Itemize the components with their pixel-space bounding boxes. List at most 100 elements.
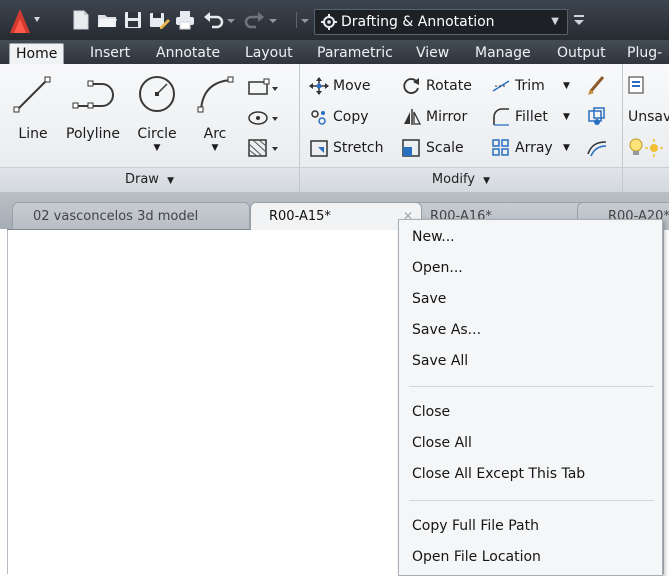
stretch-label: Stretch xyxy=(333,140,384,156)
ribbon-panel-area: Line Polyline Circle ▼ Arc ▼ Draw ▼ Move… xyxy=(0,64,669,192)
chevron-down-icon[interactable]: ▼ xyxy=(130,143,184,153)
menu-item-close-all[interactable]: Close All xyxy=(412,433,472,453)
layers-panel-title[interactable] xyxy=(623,167,669,192)
trim-label: Trim xyxy=(515,78,545,94)
array-label: Array xyxy=(515,140,553,156)
stretch-icon xyxy=(310,140,328,157)
line-label: Line xyxy=(18,126,48,142)
layer-properties-button[interactable] xyxy=(626,74,652,98)
qat-dropdown-icon[interactable] xyxy=(300,9,310,31)
lightbulb-icon xyxy=(629,138,663,157)
tab-plugins[interactable]: Plug- xyxy=(623,43,666,64)
chevron-down-icon: ▼ xyxy=(563,143,570,153)
quick-access-toolbar: Drafting & Annotation ▼ xyxy=(0,0,669,40)
doc-tab-vasconcelos[interactable]: 02 vasconcelos 3d model xyxy=(12,202,250,230)
draw-panel-title[interactable]: Draw ▼ xyxy=(0,167,299,192)
customize-qat-icon[interactable] xyxy=(572,9,586,31)
circle-tool-button[interactable]: Circle ▼ xyxy=(130,72,184,153)
tab-view[interactable]: View xyxy=(412,43,453,64)
boundary-icon xyxy=(248,139,278,157)
fillet-button[interactable]: Fillet ▼ xyxy=(491,105,581,129)
new-file-icon[interactable] xyxy=(70,9,92,31)
arc-tool-button[interactable]: Arc ▼ xyxy=(190,72,240,153)
hatch-tool-button[interactable] xyxy=(244,106,280,130)
menu-item-copy-path[interactable]: Copy Full File Path xyxy=(412,516,539,536)
explode-icon xyxy=(588,107,605,125)
layer-state-dropdown[interactable]: Unsav xyxy=(628,105,669,129)
tab-manage[interactable]: Manage xyxy=(471,43,535,64)
tab-home[interactable]: Home xyxy=(9,43,65,65)
copy-label: Copy xyxy=(333,109,369,125)
workspace-switcher[interactable]: Drafting & Annotation ▼ xyxy=(314,9,568,35)
menu-item-open[interactable]: Open... xyxy=(412,258,463,278)
menu-item-close[interactable]: Close xyxy=(412,402,450,422)
redo-icon[interactable] xyxy=(244,9,266,31)
tab-parametric[interactable]: Parametric xyxy=(313,43,397,64)
doc-tab-label: 02 vasconcelos 3d model xyxy=(33,209,199,224)
menu-item-new[interactable]: New... xyxy=(412,227,455,247)
rotate-icon xyxy=(403,78,419,94)
chevron-down-icon: ▼ xyxy=(563,81,570,91)
mirror-button[interactable]: Mirror xyxy=(402,105,482,129)
copy-button[interactable]: Copy xyxy=(309,105,389,129)
stretch-button[interactable]: Stretch xyxy=(309,136,399,160)
chevron-down-icon: ▼ xyxy=(483,176,491,186)
toolbar-separator xyxy=(296,12,297,28)
undo-icon[interactable] xyxy=(202,9,224,31)
arc-label: Arc xyxy=(203,126,227,142)
erase-button[interactable] xyxy=(585,74,611,98)
scale-button[interactable]: Scale xyxy=(402,136,482,160)
menu-item-save[interactable]: Save xyxy=(412,289,446,309)
polyline-icon xyxy=(72,80,114,109)
copy-icon xyxy=(311,110,326,125)
move-button[interactable]: Move xyxy=(309,74,389,98)
tab-context-menu: New... Open... Save Save As... Save All … xyxy=(398,219,663,576)
menu-separator xyxy=(409,386,654,387)
boundary-tool-button[interactable] xyxy=(244,136,280,160)
array-button[interactable]: Array ▼ xyxy=(491,136,581,160)
tab-output[interactable]: Output xyxy=(553,43,610,64)
chevron-down-icon: ▼ xyxy=(563,112,570,122)
save-icon[interactable] xyxy=(122,9,144,31)
trim-button[interactable]: Trim ▼ xyxy=(491,74,581,98)
autocad-logo-icon xyxy=(10,9,40,33)
menu-item-close-all-except[interactable]: Close All Except This Tab xyxy=(412,464,585,484)
line-tool-button[interactable]: Line xyxy=(8,72,58,142)
menu-item-save-as[interactable]: Save As... xyxy=(412,320,481,340)
circle-label: Circle xyxy=(137,126,177,142)
erase-icon xyxy=(588,76,605,95)
layer-properties-icon xyxy=(628,76,644,94)
chevron-down-icon[interactable]: ▼ xyxy=(190,143,240,153)
undo-dropdown-icon[interactable] xyxy=(226,9,236,31)
offset-button[interactable] xyxy=(585,136,611,160)
move-label: Move xyxy=(333,78,371,94)
arc-icon xyxy=(197,76,234,113)
chevron-down-icon: ▼ xyxy=(167,176,175,186)
explode-button[interactable] xyxy=(585,105,611,129)
doc-tab-r00-a15[interactable]: R00-A15* ✕ xyxy=(250,202,422,230)
layer-bulb-button[interactable] xyxy=(626,136,669,160)
rotate-button[interactable]: Rotate xyxy=(402,74,482,98)
print-icon[interactable] xyxy=(174,9,196,31)
line-icon xyxy=(13,76,51,113)
trim-icon xyxy=(492,80,510,92)
redo-dropdown-icon[interactable] xyxy=(268,9,278,31)
open-file-icon[interactable] xyxy=(96,9,118,31)
fillet-icon xyxy=(493,108,509,126)
application-menu-button[interactable] xyxy=(4,5,42,35)
menu-separator xyxy=(409,500,654,501)
tab-layout[interactable]: Layout xyxy=(241,43,297,64)
mirror-label: Mirror xyxy=(426,109,468,125)
rectangle-tool-button[interactable] xyxy=(244,76,280,100)
menu-item-save-all[interactable]: Save All xyxy=(412,351,468,371)
tab-annotate[interactable]: Annotate xyxy=(152,43,224,64)
ribbon-tab-bar: Home Insert Annotate Layout Parametric V… xyxy=(0,40,669,65)
menu-item-open-location[interactable]: Open File Location xyxy=(412,547,541,567)
rectangle-icon xyxy=(248,78,278,95)
tab-insert[interactable]: Insert xyxy=(86,43,134,64)
modify-panel-title[interactable]: Modify ▼ xyxy=(300,167,622,192)
mirror-icon xyxy=(404,109,422,125)
scale-label: Scale xyxy=(426,140,464,156)
save-as-icon[interactable] xyxy=(148,9,170,31)
polyline-tool-button[interactable]: Polyline xyxy=(60,72,126,142)
